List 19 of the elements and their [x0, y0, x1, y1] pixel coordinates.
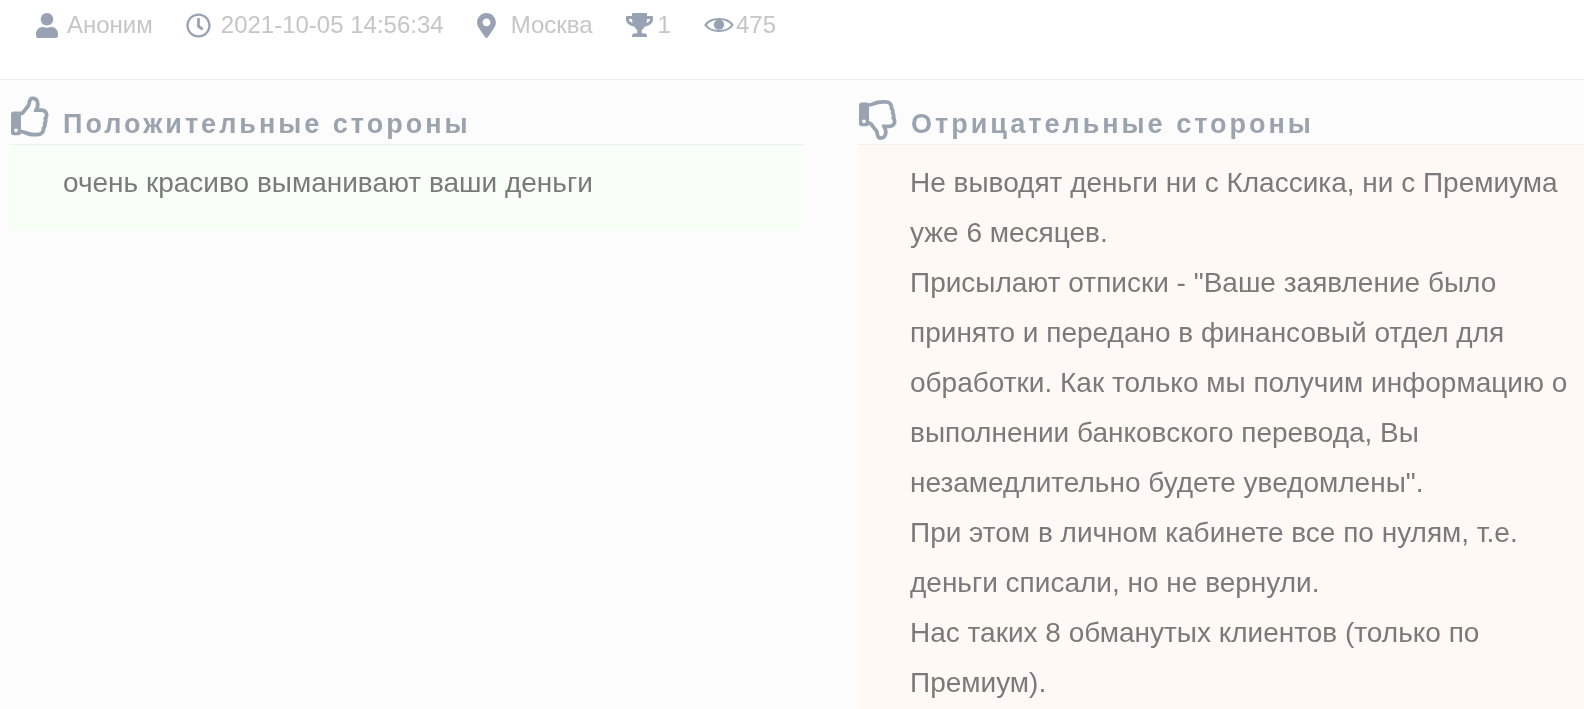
- thumbs-up-icon: [11, 96, 51, 137]
- eye-icon: [703, 16, 734, 35]
- review-text: Нас таких 8 обманутых клиентов (только по Премиум).: [910, 616, 1481, 700]
- user-icon: [36, 13, 58, 38]
- review-text: очень красиво выманивают ваши деньги: [63, 166, 594, 200]
- review-text: Присылают отписки - "Ваше заявление было принято и передано в финансовый отдел для обработки. Как только мы получим информацию о выполнении банковского перевода, Вы незамедлительно будете уведомлены".: [910, 266, 1569, 500]
- author-name: Аноним: [67, 11, 153, 40]
- award-count: 1: [657, 11, 671, 40]
- city-name: Москва: [510, 11, 593, 40]
- thumbs-down-icon: [859, 99, 899, 141]
- trophy-icon: [625, 13, 653, 38]
- review-text: Не выводят деньги ни с Классика, ни с Премиума уже 6 месяцев.: [910, 166, 1559, 250]
- view-count: 475: [735, 11, 776, 40]
- review-text: При этом в личном кабинете все по нулям, т.е. деньги списали, но не вернули.: [910, 516, 1519, 600]
- section-heading: Положительные стороны: [63, 107, 471, 140]
- clock-icon: [185, 13, 211, 38]
- date-time: 2021-10-05 14:56:34: [220, 11, 444, 40]
- section-heading: Отрицательные стороны: [911, 107, 1314, 140]
- map-pin-icon: [476, 13, 496, 38]
